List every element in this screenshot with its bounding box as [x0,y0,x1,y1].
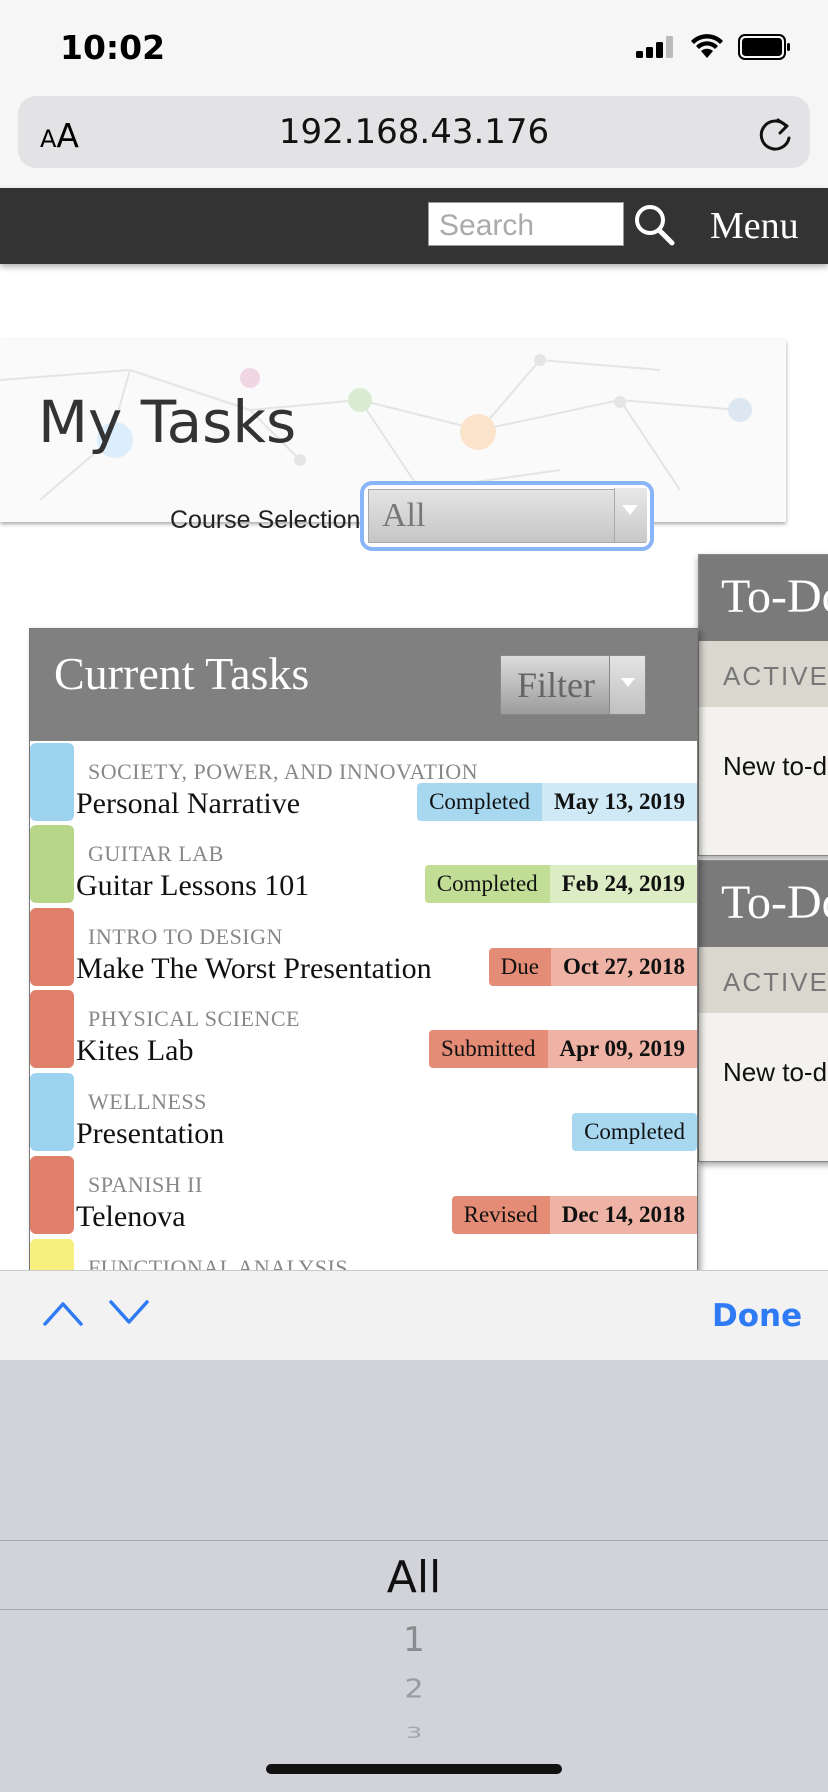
due-date-badge: Feb 24, 2019 [549,865,697,903]
task-badges: Completed [572,1113,697,1151]
course-selection-value: All [382,497,426,534]
home-indicator [266,1764,562,1774]
todo-active-tab-label: ACTIVE [723,661,828,691]
status-badge: Completed [417,783,543,821]
search-input[interactable]: Search [428,202,624,246]
url-text[interactable]: 192.168.43.176 [0,112,828,152]
menu-button[interactable]: Menu [710,204,799,248]
chevron-down-icon [621,678,635,687]
task-course: GUITAR LAB [88,841,224,866]
wifi-icon [691,34,723,58]
course-color-swatch [30,1156,74,1234]
due-date-badge: Dec 14, 2018 [549,1196,697,1234]
page-title: My Tasks [38,388,297,456]
task-badges: Revised Dec 14, 2018 [451,1196,697,1234]
cellular-signal-icon [636,36,673,58]
course-color-swatch [30,825,74,903]
current-tasks-header: Current Tasks Filter [30,629,697,741]
task-row[interactable]: GUITAR LAB Guitar Lessons 101 Completed … [30,823,697,905]
task-badges: Submitted Apr 09, 2019 [428,1030,697,1068]
task-course: WELLNESS [88,1089,207,1114]
task-badges: Completed May 13, 2019 [417,783,697,821]
done-button[interactable]: Done [712,1298,802,1334]
task-row[interactable]: SOCIETY, POWER, AND INNOVATION Personal … [30,741,697,823]
task-row[interactable]: WELLNESS Presentation Completed [30,1071,697,1153]
picker-option[interactable]: 3 [0,1724,828,1743]
task-row[interactable]: INTRO TO DESIGN Make The Worst Presentat… [30,906,697,988]
course-color-swatch [30,908,74,986]
todo-active-tab-label: ACTIVE [723,967,828,997]
course-color-swatch [30,1073,74,1151]
filter-dropdown-toggle[interactable] [610,655,646,715]
task-course: SPANISH II [88,1172,203,1197]
course-selection-label: Course Selection [170,506,361,534]
status-badge: Completed [572,1113,697,1151]
picker-option[interactable]: 2 [0,1675,828,1705]
status-icons [636,34,792,60]
task-name[interactable]: Kites Lab [76,1034,193,1068]
filter-dropdown[interactable]: Filter [500,655,610,715]
chevron-down-icon[interactable] [108,1298,150,1328]
current-tasks-title: Current Tasks [54,648,310,699]
picker-option[interactable]: All [0,1552,828,1603]
task-name[interactable]: Telenova [76,1200,186,1234]
battery-icon [738,34,790,60]
status-badge: Due [488,948,551,986]
filter-label: Filter [517,665,595,705]
due-date-badge: Apr 09, 2019 [547,1030,697,1068]
course-dropdown-toggle[interactable] [614,488,647,542]
chevron-down-icon [622,505,638,515]
task-name[interactable]: Presentation [76,1117,224,1151]
status-badge: Completed [424,865,550,903]
due-date-badge: May 13, 2019 [542,783,697,821]
status-badge: Revised [451,1196,550,1234]
task-name[interactable]: Personal Narrative [76,787,300,821]
due-date-badge: Oct 27, 2018 [550,948,697,986]
task-name[interactable]: Guitar Lessons 101 [76,869,309,903]
course-color-swatch [30,990,74,1068]
todo-panel-title: To-Do [721,876,828,929]
status-badge: Submitted [428,1030,548,1068]
status-time: 10:02 [60,28,166,67]
task-course: INTRO TO DESIGN [88,924,283,949]
current-tasks-panel: Current Tasks Filter SOCIETY, POWER, AND… [29,628,698,1330]
todo-panel: To-Do ACTIVE New to-do [698,554,828,856]
task-course: SOCIETY, POWER, AND INNOVATION [88,759,479,784]
course-color-swatch [30,743,74,821]
search-icon[interactable] [632,202,676,246]
task-badges: Due Oct 27, 2018 [488,948,697,986]
site-nav-bar [0,188,828,264]
task-course: PHYSICAL SCIENCE [88,1006,300,1031]
todo-new-item[interactable]: New to-do [723,1057,828,1088]
todo-panel: To-Do ACTIVE New to-do [698,860,828,1162]
reload-icon[interactable] [756,114,794,154]
todo-panel-title: To-Do [721,570,828,623]
task-badges: Completed Feb 24, 2019 [424,865,697,903]
task-row[interactable]: SPANISH II Telenova Revised Dec 14, 2018 [30,1154,697,1236]
picker-option[interactable]: 1 [0,1620,828,1660]
chevron-up-icon[interactable] [42,1298,84,1328]
task-row[interactable]: PHYSICAL SCIENCE Kites Lab Submitted Apr… [30,988,697,1070]
todo-new-item[interactable]: New to-do [723,751,828,782]
task-name[interactable]: Make The Worst Presentation [76,952,432,986]
